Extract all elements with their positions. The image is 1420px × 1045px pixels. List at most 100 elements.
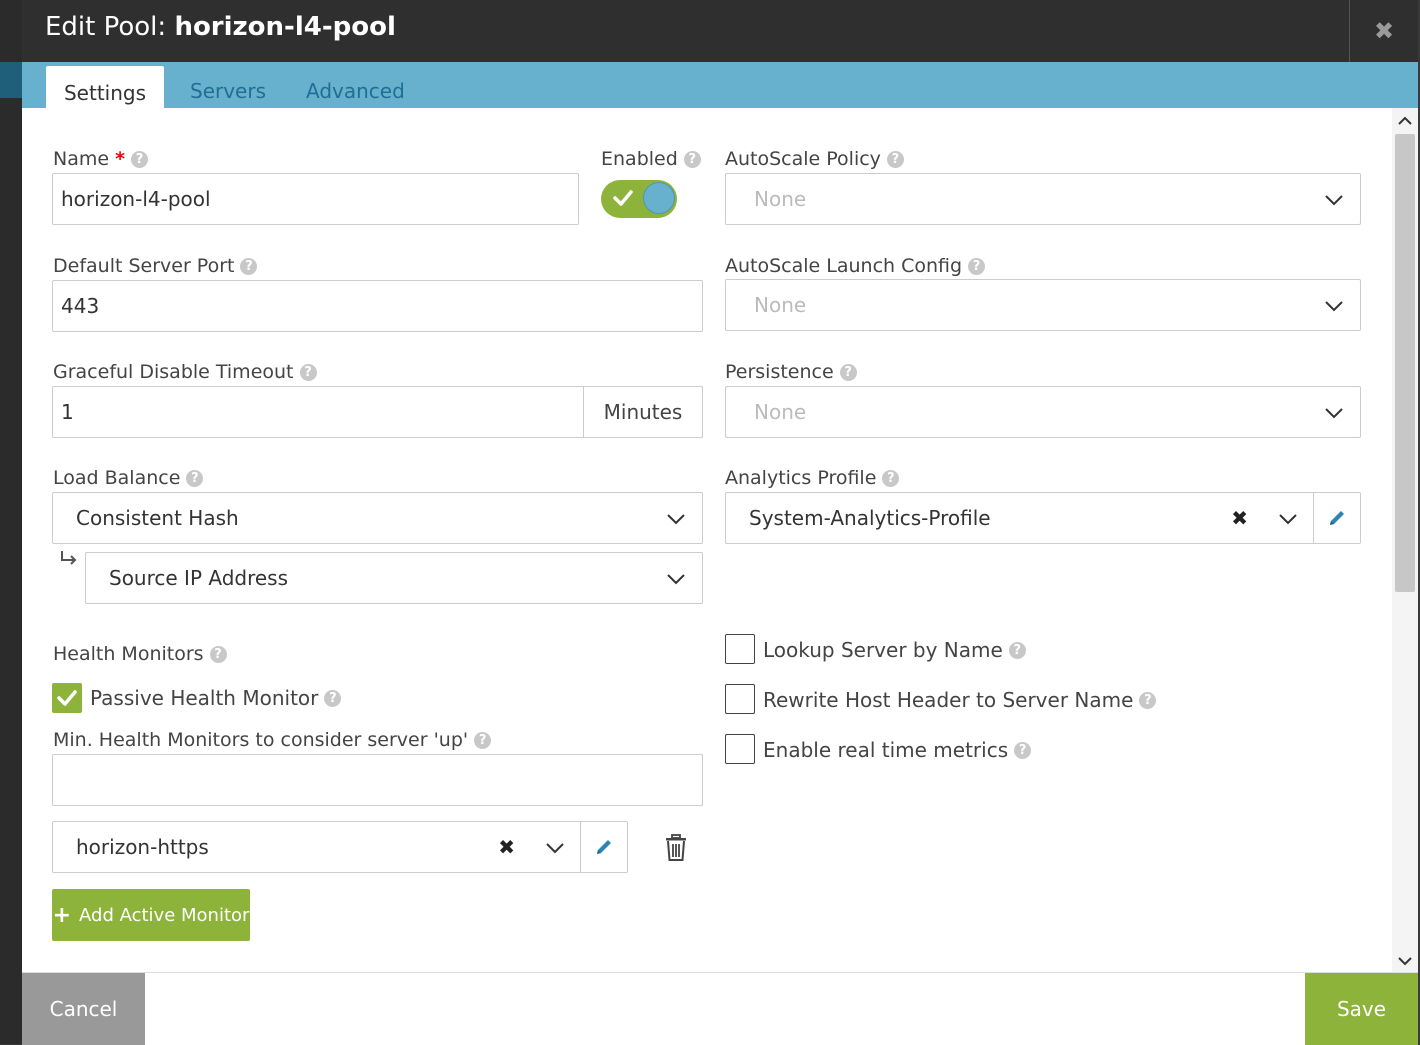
autoscale-launch-config-select[interactable]: None [725,279,1361,331]
name-label: Name *? [53,148,148,170]
graceful-disable-timeout-label: Graceful Disable Timeout? [53,361,317,383]
persistence-select[interactable]: None [725,386,1361,438]
dialog-title-prefix: Edit Pool: [45,12,175,42]
edit-analytics-profile-button[interactable] [1313,493,1360,543]
add-active-monitor-button[interactable]: + Add Active Monitor [52,889,250,941]
toggle-knob [643,182,675,214]
min-health-monitors-input[interactable] [52,754,703,806]
hash-key-value: Source IP Address [109,566,289,590]
dialog-title-name: horizon-l4-pool [174,12,396,42]
close-button[interactable]: ✖ [1349,0,1418,62]
help-icon[interactable]: ? [240,257,258,275]
content-scrollbar[interactable] [1392,108,1418,972]
name-label-text: Name [53,148,110,170]
autoscale-policy-select[interactable]: None [725,173,1361,225]
lookup-server-by-name-checkbox[interactable] [725,634,755,664]
name-input[interactable]: horizon-l4-pool [52,173,579,225]
tab-advanced[interactable]: Advanced [306,62,405,108]
dialog-title-bar: Edit Pool: horizon-l4-pool ✖ [22,0,1418,62]
tab-bar: Settings Servers Advanced [22,62,1418,108]
background-accent [0,62,22,98]
active-monitor-select[interactable]: horizon-https ✖ [52,821,628,873]
graceful-disable-timeout-input[interactable]: 1 Minutes [52,386,703,438]
chevron-down-icon [667,514,685,525]
enable-real-time-metrics-label-text: Enable real time metrics [763,738,1009,762]
help-icon[interactable]: ? [209,645,227,663]
rewrite-host-header-label: Rewrite Host Header to Server Name? [763,688,1157,712]
autoscale-launch-config-value: None [754,293,807,317]
health-monitors-label-text: Health Monitors [53,643,204,665]
enable-real-time-metrics-checkbox[interactable] [725,734,755,764]
edit-pool-dialog: Edit Pool: horizon-l4-pool ✖ Settings Se… [22,0,1418,1045]
chevron-down-icon [1325,301,1343,312]
analytics-profile-select[interactable]: System-Analytics-Profile ✖ [725,492,1361,544]
load-balance-value: Consistent Hash [76,506,239,530]
scroll-down-icon[interactable] [1392,950,1418,972]
chevron-down-icon [1325,408,1343,419]
check-icon [57,690,77,706]
autoscale-policy-label-text: AutoScale Policy [725,148,881,170]
load-balance-select[interactable]: Consistent Hash [52,492,703,544]
min-health-monitors-label-text: Min. Health Monitors to consider server … [53,729,469,751]
dialog-title: Edit Pool: horizon-l4-pool [45,12,396,42]
enabled-toggle[interactable] [601,180,677,218]
graceful-disable-timeout-value: 1 [61,400,74,424]
tab-servers[interactable]: Servers [190,62,266,108]
cancel-button[interactable]: Cancel [22,973,145,1045]
help-icon[interactable]: ? [324,689,342,707]
help-icon[interactable]: ? [299,363,317,381]
help-icon[interactable]: ? [131,150,148,168]
edit-active-monitor-button[interactable] [580,822,627,872]
scroll-up-icon[interactable] [1392,110,1418,132]
autoscale-launch-config-label-text: AutoScale Launch Config [725,255,963,277]
persistence-label: Persistence? [725,361,857,383]
add-active-monitor-label: Add Active Monitor [79,904,250,926]
autoscale-policy-label: AutoScale Policy? [725,148,904,170]
tab-settings[interactable]: Settings [46,66,164,108]
help-icon[interactable]: ? [1139,691,1157,709]
chevron-down-icon [546,843,564,854]
persistence-label-text: Persistence [725,361,834,383]
clear-icon[interactable]: ✖ [498,822,515,872]
required-mark: * [115,148,125,170]
analytics-profile-label: Analytics Profile? [725,467,900,489]
scrollbar-thumb[interactable] [1395,134,1415,592]
save-button[interactable]: Save [1305,973,1418,1045]
load-balance-label-text: Load Balance [53,467,181,489]
check-icon [613,190,633,206]
lookup-server-by-name-label-text: Lookup Server by Name [763,638,1003,662]
help-icon[interactable]: ? [886,150,904,168]
help-icon[interactable]: ? [839,363,857,381]
help-icon[interactable]: ? [882,469,900,487]
load-balance-label: Load Balance? [53,467,204,489]
min-health-monitors-label: Min. Health Monitors to consider server … [53,729,492,751]
help-icon[interactable]: ? [474,731,492,749]
graceful-disable-timeout-label-text: Graceful Disable Timeout [53,361,294,383]
autoscale-policy-value: None [754,187,807,211]
clear-icon[interactable]: ✖ [1231,493,1248,543]
trash-icon[interactable] [664,834,688,862]
analytics-profile-label-text: Analytics Profile [725,467,877,489]
help-icon[interactable]: ? [1014,741,1032,759]
health-monitors-label: Health Monitors? [53,643,227,665]
sub-option-arrow-icon [61,551,77,565]
chevron-down-icon [1279,514,1297,525]
help-icon[interactable]: ? [683,150,701,168]
default-server-port-label: Default Server Port? [53,255,258,277]
rewrite-host-header-checkbox[interactable] [725,684,755,714]
passive-health-monitor-label: Passive Health Monitor? [90,686,342,710]
hash-key-select[interactable]: Source IP Address [85,552,703,604]
chevron-down-icon [667,574,685,585]
help-icon[interactable]: ? [1008,641,1026,659]
enable-real-time-metrics-label: Enable real time metrics? [763,738,1032,762]
dialog-footer: Cancel Save [22,972,1418,1045]
passive-health-monitor-label-text: Passive Health Monitor [90,686,319,710]
help-icon[interactable]: ? [968,257,986,275]
enabled-label-text: Enabled [601,148,678,170]
default-server-port-input[interactable]: 443 [52,280,703,332]
help-icon[interactable]: ? [186,469,204,487]
enabled-label: Enabled? [601,148,701,170]
passive-health-monitor-checkbox[interactable] [52,683,82,713]
autoscale-launch-config-label: AutoScale Launch Config? [725,255,986,277]
rewrite-host-header-label-text: Rewrite Host Header to Server Name [763,688,1134,712]
